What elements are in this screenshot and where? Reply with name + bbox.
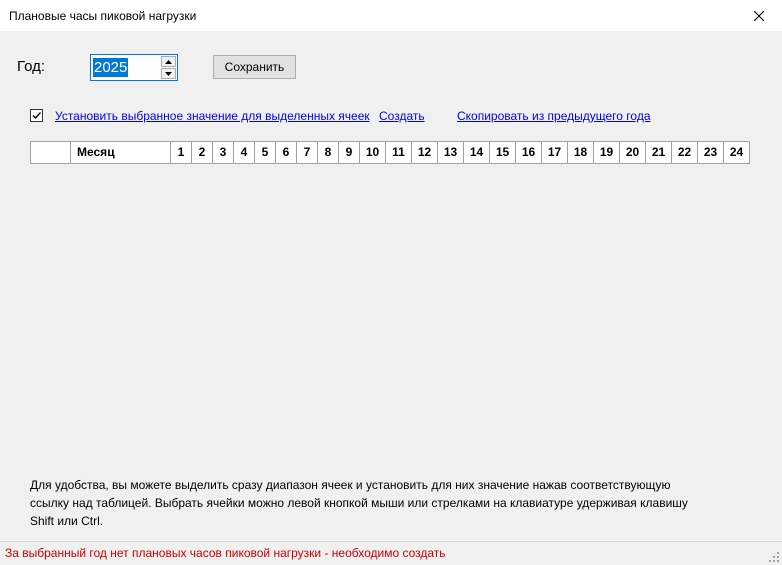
triangle-up-icon <box>165 59 172 64</box>
year-label: Год: <box>17 58 46 75</box>
hour-column-header[interactable]: 24 <box>723 141 750 164</box>
create-link[interactable]: Создать <box>379 109 425 123</box>
hour-column-header[interactable]: 11 <box>385 141 412 164</box>
hour-column-header[interactable]: 2 <box>191 141 213 164</box>
hint-line-2: ссылку над таблицей. Выбрать ячейки можн… <box>30 496 688 510</box>
month-column-header[interactable]: Месяц <box>70 141 171 164</box>
hour-column-header[interactable]: 15 <box>489 141 516 164</box>
title-bar: Плановые часы пиковой нагрузки <box>0 0 782 31</box>
hour-column-header[interactable]: 8 <box>317 141 339 164</box>
hour-column-header[interactable]: 4 <box>233 141 255 164</box>
close-button[interactable] <box>736 0 782 31</box>
spin-up-button[interactable] <box>161 56 176 67</box>
hour-column-header[interactable]: 20 <box>619 141 646 164</box>
hour-column-header[interactable]: 3 <box>212 141 234 164</box>
hint-line-3: Shift или Ctrl. <box>30 514 104 528</box>
hour-column-header[interactable]: 9 <box>338 141 360 164</box>
hour-column-header[interactable]: 22 <box>671 141 698 164</box>
hour-column-header[interactable]: 16 <box>515 141 542 164</box>
save-button[interactable]: Сохранить <box>213 55 296 79</box>
hour-column-header[interactable]: 14 <box>463 141 490 164</box>
hour-column-header[interactable]: 18 <box>567 141 594 164</box>
hour-column-header[interactable]: 19 <box>593 141 620 164</box>
triangle-down-icon <box>165 71 172 76</box>
status-message: За выбранный год нет плановых часов пико… <box>5 546 446 560</box>
apply-checkbox[interactable] <box>30 109 43 122</box>
window-title: Плановые часы пиковой нагрузки <box>9 9 197 23</box>
hour-column-header[interactable]: 7 <box>296 141 318 164</box>
hour-column-header[interactable]: 23 <box>697 141 724 164</box>
year-stepper[interactable]: 2025 <box>90 54 178 81</box>
status-bar: За выбранный год нет плановых часов пико… <box>0 541 782 565</box>
hint-line-1: Для удобства, вы можете выделить сразу д… <box>30 478 671 492</box>
hour-column-header[interactable]: 10 <box>359 141 386 164</box>
resize-grip-icon[interactable] <box>768 551 780 563</box>
copy-previous-year-link[interactable]: Скопировать из предыдущего года <box>457 109 651 123</box>
hint-text: Для удобства, вы можете выделить сразу д… <box>30 476 710 530</box>
apply-selected-link[interactable]: Установить выбранное значение для выделе… <box>55 109 370 123</box>
hour-column-header[interactable]: 12 <box>411 141 438 164</box>
hour-column-header[interactable]: 13 <box>437 141 464 164</box>
check-icon <box>32 112 42 120</box>
hour-column-header[interactable]: 6 <box>275 141 297 164</box>
hour-column-header[interactable]: 21 <box>645 141 672 164</box>
hour-column-header[interactable]: 17 <box>541 141 568 164</box>
hour-column-header[interactable]: 5 <box>254 141 276 164</box>
close-icon <box>754 10 764 21</box>
row-header-corner[interactable] <box>30 141 71 164</box>
spin-down-button[interactable] <box>161 68 176 79</box>
hour-column-header[interactable]: 1 <box>170 141 192 164</box>
year-input[interactable]: 2025 <box>93 58 129 77</box>
